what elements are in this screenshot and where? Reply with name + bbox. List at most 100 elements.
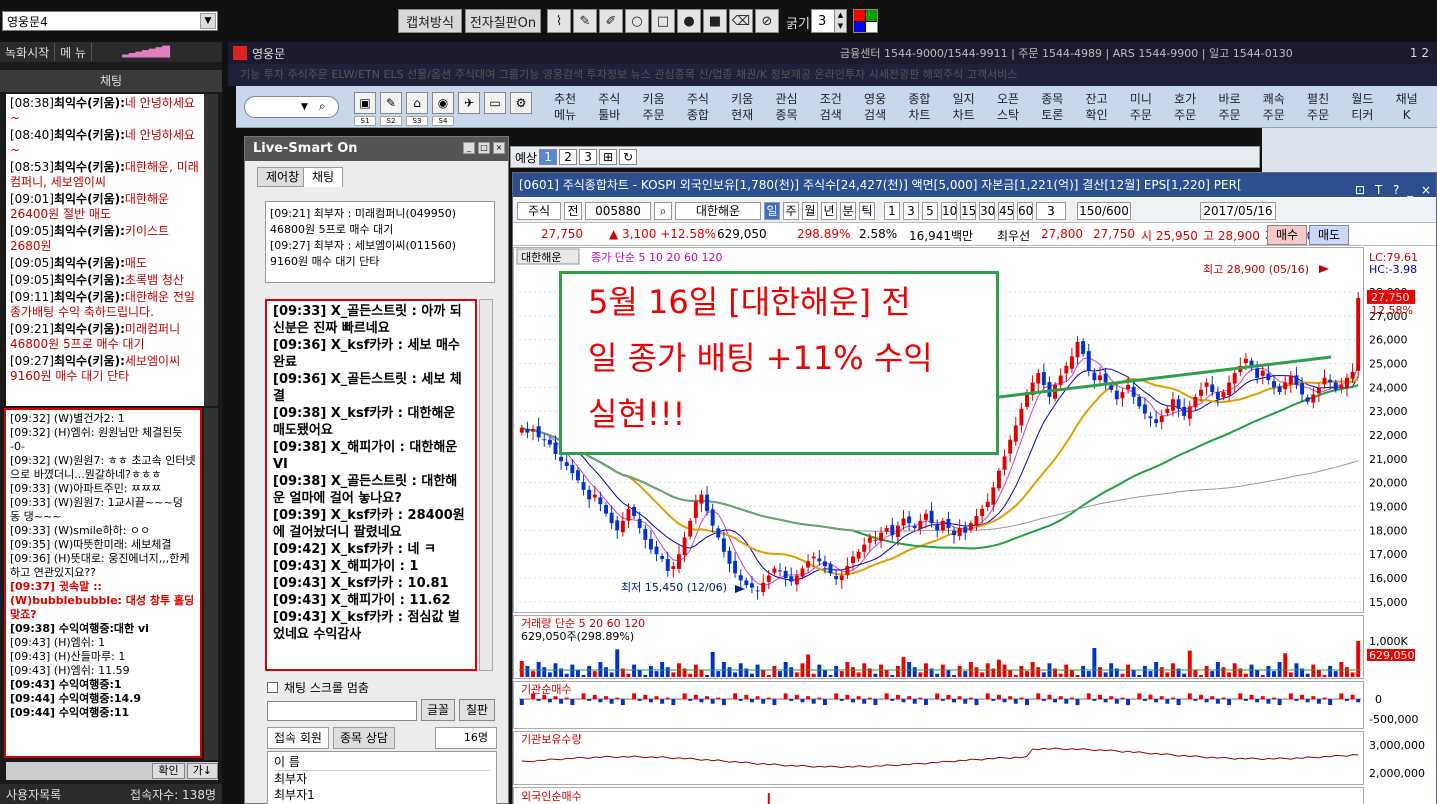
sell-button[interactable]: 매도 xyxy=(1309,225,1349,245)
period-0[interactable]: 일 xyxy=(764,202,780,220)
quick-menu-button[interactable]: 미니 주문 xyxy=(1120,89,1162,125)
quick-menu-button[interactable]: 키움 주문 xyxy=(633,89,675,125)
slot-label[interactable]: S2 xyxy=(380,116,402,126)
minute-0[interactable]: 1 xyxy=(884,202,900,220)
minute-6[interactable]: 45 xyxy=(998,202,1014,220)
search-icon[interactable]: ⌕ xyxy=(654,202,672,220)
thickness-stepper[interactable]: 3 ▲ ▼ xyxy=(811,9,847,33)
predict-page-1[interactable]: 1 xyxy=(539,149,558,165)
blackboard-button[interactable]: 전자칠판On xyxy=(465,9,541,33)
market-select[interactable]: 주식 xyxy=(517,202,561,220)
tab-control[interactable]: 제어창 xyxy=(257,167,309,187)
quick-menu-button[interactable]: 주식 툴바 xyxy=(588,89,630,125)
quick-menu-button[interactable]: 종목 토론 xyxy=(1031,89,1073,125)
minute-7[interactable]: 60 xyxy=(1017,202,1033,220)
maximize-icon[interactable]: □ xyxy=(478,142,490,154)
checkbox-icon[interactable] xyxy=(267,682,278,693)
live-chat-input[interactable] xyxy=(267,701,417,721)
clear-icon[interactable]: ⊘ xyxy=(755,9,779,33)
quick-menu-button[interactable]: 일지 차트 xyxy=(943,89,985,125)
period-3[interactable]: 년 xyxy=(821,202,837,220)
quick-search-input[interactable]: ▼ ⌕ xyxy=(244,96,339,118)
minute-2[interactable]: 5 xyxy=(922,202,938,220)
quick-menu-button[interactable]: 영웅 검색 xyxy=(854,89,896,125)
minimize-icon[interactable]: _ xyxy=(463,142,475,154)
chevron-down-icon[interactable]: ▼ xyxy=(301,102,308,112)
minimize-icon[interactable]: _ xyxy=(1407,178,1413,197)
user-list-button[interactable]: 사용자목록 xyxy=(6,786,61,803)
close-icon[interactable]: × xyxy=(493,142,505,154)
minute-5[interactable]: 30 xyxy=(979,202,995,220)
camera-icon[interactable]: ◉ xyxy=(432,92,454,114)
quick-menu-button[interactable]: 월드 티커 xyxy=(1341,89,1383,125)
chevron-down-icon[interactable]: ▼ xyxy=(200,13,216,29)
buy-button[interactable]: 매수 xyxy=(1267,225,1307,245)
room-select[interactable]: 영웅문4 ▼ xyxy=(2,11,218,31)
quick-menu-button[interactable]: 잔고 확인 xyxy=(1076,89,1118,125)
menu-button[interactable]: 메 뉴 xyxy=(55,43,93,61)
gubun-select[interactable]: 전 xyxy=(564,202,582,220)
member-item[interactable]: 최부자1 xyxy=(274,787,490,803)
code-input[interactable]: 005880 xyxy=(585,202,651,220)
quick-menu-button[interactable]: 추천 메뉴 xyxy=(544,89,586,125)
quick-menu-button[interactable]: 주식 종합 xyxy=(677,89,719,125)
confirm-button[interactable]: 확인 xyxy=(152,763,185,779)
minute-3[interactable]: 10 xyxy=(941,202,957,220)
live-chat-scrollbar[interactable] xyxy=(479,299,493,671)
font-size-button[interactable]: 가↓ xyxy=(186,763,218,779)
spin-icon[interactable]: ▲ ▼ xyxy=(834,10,846,32)
period-4[interactable]: 분 xyxy=(840,202,856,220)
board-button[interactable]: 칠판 xyxy=(459,699,495,721)
quick-menu-button[interactable]: 바로 주문 xyxy=(1209,89,1251,125)
color-swatch[interactable] xyxy=(854,21,865,32)
color-swatch[interactable] xyxy=(866,21,877,32)
plane-icon[interactable]: ✈ xyxy=(458,92,480,114)
tab-members[interactable]: 접속 회원 xyxy=(267,727,329,749)
quick-menu-button[interactable]: 종합 차트 xyxy=(898,89,940,125)
search-icon[interactable]: ⌕ xyxy=(319,99,326,114)
quick-menu-button[interactable]: 오픈 스탁 xyxy=(987,89,1029,125)
quick-menu-button[interactable]: 채널 K xyxy=(1386,89,1428,125)
link-icon[interactable]: ⊡ xyxy=(1355,178,1365,197)
pencil-icon[interactable]: ✎ xyxy=(573,9,597,33)
monitor-icon[interactable]: ▭ xyxy=(484,92,506,114)
text-icon[interactable]: T xyxy=(1375,178,1382,197)
record-button[interactable]: 녹화시작 xyxy=(0,43,56,61)
rect-fill-icon[interactable]: ■ xyxy=(703,9,727,33)
refresh-icon[interactable]: ↻ xyxy=(619,149,638,165)
predict-page-3[interactable]: 3 xyxy=(579,149,598,165)
stock-name[interactable]: 대한해운 xyxy=(675,202,761,220)
notice-scrollbar[interactable] xyxy=(204,94,218,406)
pen-icon[interactable]: ✎ xyxy=(380,92,402,114)
minute-4[interactable]: 15 xyxy=(960,202,976,220)
capture-mode-button[interactable]: 캡쳐방식 xyxy=(398,9,462,33)
circle-outline-icon[interactable]: ○ xyxy=(625,9,649,33)
date-input[interactable]: 2017/05/16 xyxy=(1200,202,1276,220)
rect-outline-icon[interactable]: □ xyxy=(651,9,675,33)
user-chat-scrollbar[interactable] xyxy=(204,408,218,760)
main-menu[interactable]: 기능 투자 주식주문 ELW/ETN ELS 선물/옵션 주식대여 그룹기능 영… xyxy=(228,64,1437,86)
highlighter-icon[interactable]: ✐ xyxy=(599,9,623,33)
scroll-stop-checkbox[interactable]: 채팅 스크롤 멈춤 xyxy=(267,679,369,696)
close-icon[interactable]: × xyxy=(1421,178,1431,197)
data-count[interactable]: 150/600 xyxy=(1077,202,1131,220)
slot-label[interactable]: S3 xyxy=(406,116,428,126)
period-5[interactable]: 틱 xyxy=(859,202,875,220)
settings-icon[interactable]: ⚙ xyxy=(510,92,532,114)
slot-label[interactable]: S4 xyxy=(432,116,454,126)
member-item[interactable]: 최부자 xyxy=(274,771,490,787)
minute-1[interactable]: 3 xyxy=(903,202,919,220)
color-swatch[interactable] xyxy=(854,10,865,21)
slot-label[interactable]: S1 xyxy=(354,116,376,126)
tab-chat[interactable]: 채팅 xyxy=(303,167,344,187)
save-icon[interactable]: ▣ xyxy=(354,92,376,114)
period-1[interactable]: 주 xyxy=(783,202,799,220)
quick-menu-button[interactable]: 관심 종목 xyxy=(766,89,808,125)
quick-menu-button[interactable]: 쾌속 주문 xyxy=(1253,89,1295,125)
eraser-icon[interactable]: ⌫ xyxy=(729,9,753,33)
period-2[interactable]: 월 xyxy=(802,202,818,220)
quick-menu-button[interactable]: 펼친 주문 xyxy=(1297,89,1339,125)
grid-icon[interactable]: ⊞ xyxy=(599,149,618,165)
font-button[interactable]: 글꼴 xyxy=(421,699,455,721)
color-palette[interactable] xyxy=(853,9,878,33)
